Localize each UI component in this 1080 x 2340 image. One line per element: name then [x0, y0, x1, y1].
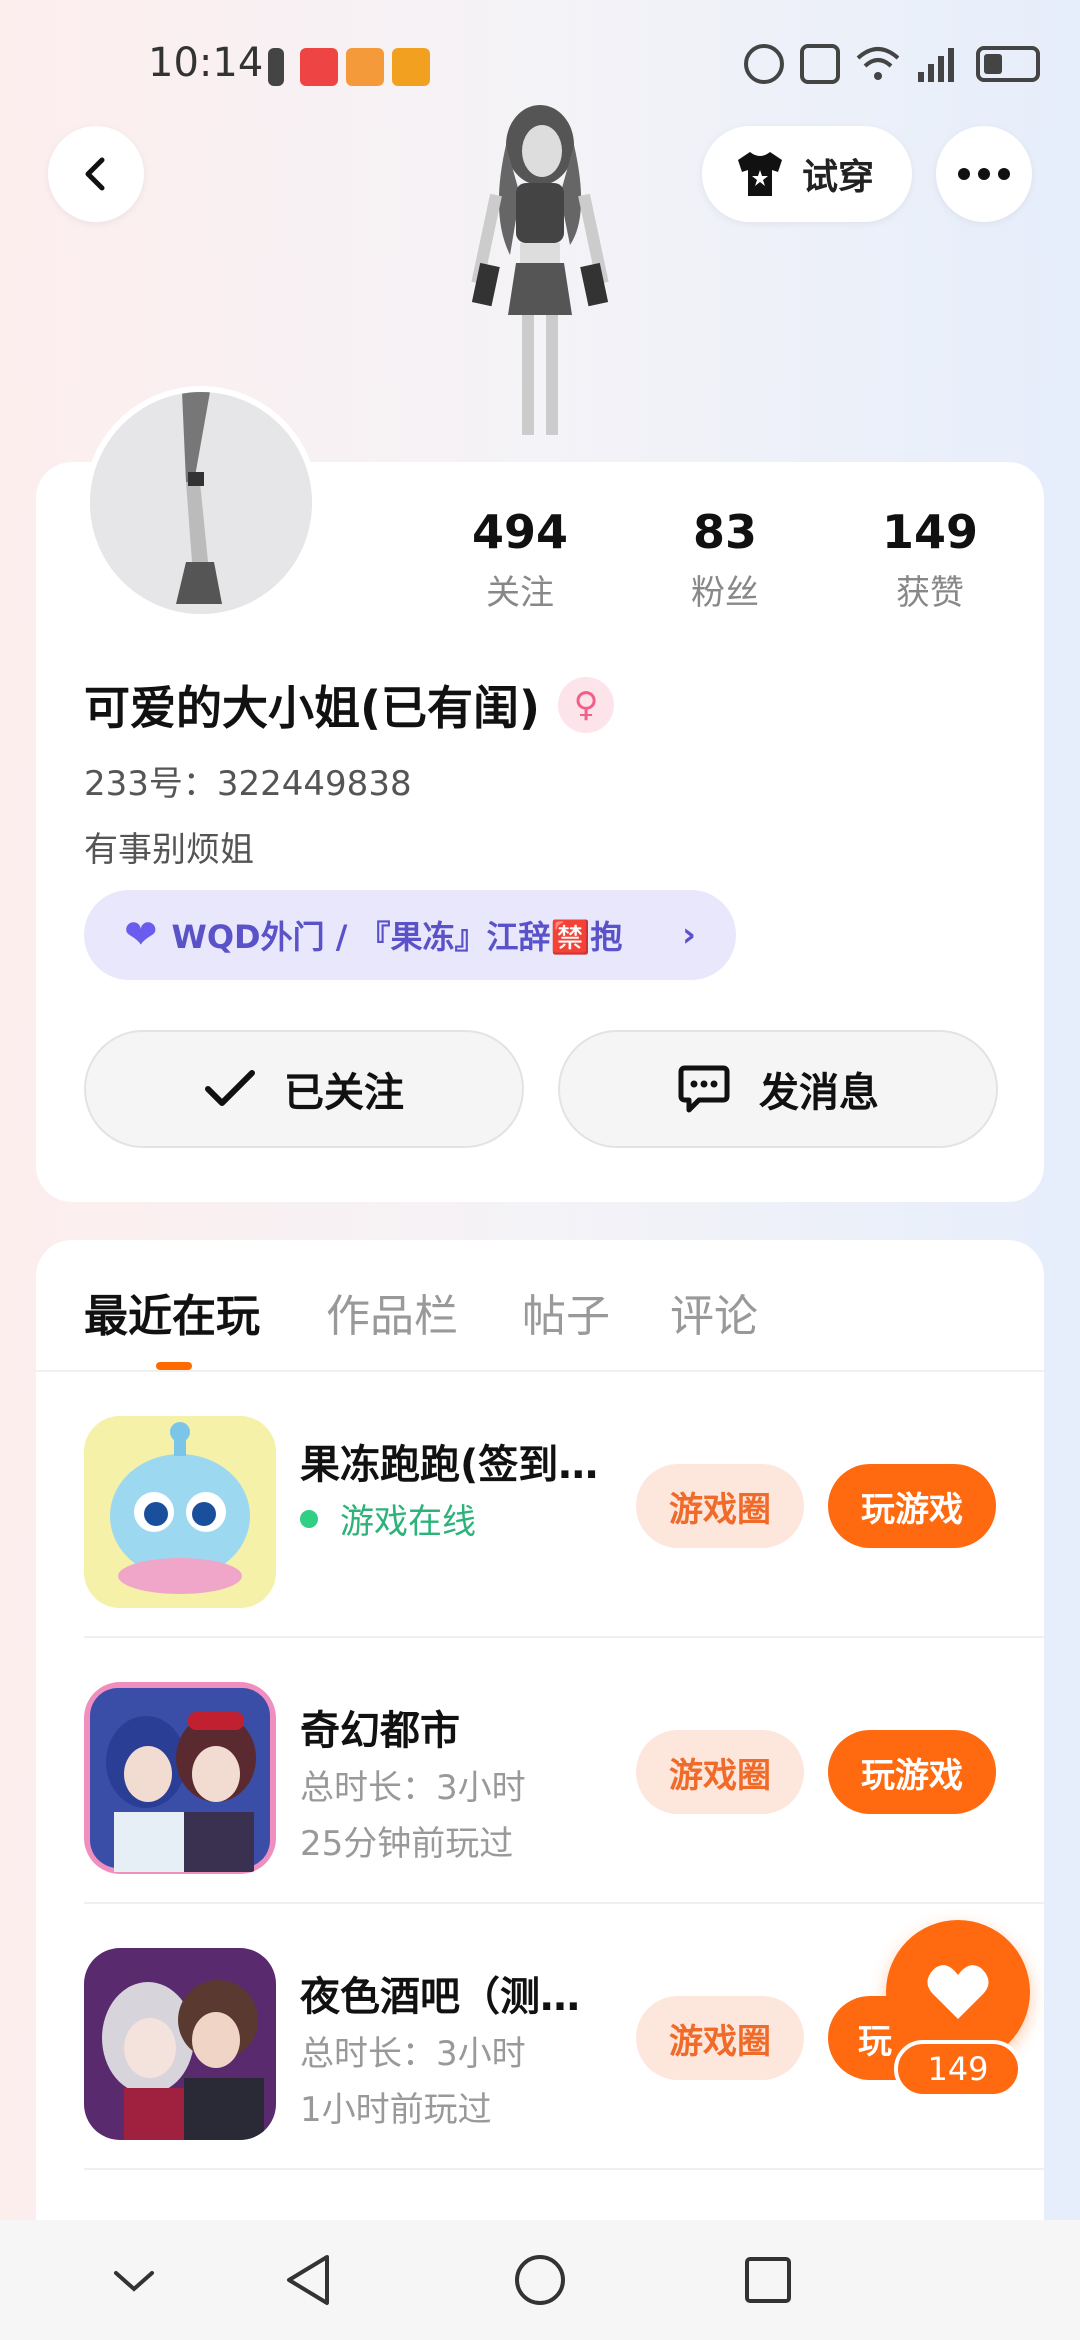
game-row[interactable]: 夜色酒吧（测… 总时长：3小时 1小时前玩过 游戏圈 玩	[36, 1904, 1044, 2170]
avatar[interactable]	[84, 386, 318, 620]
followed-label: 已关注	[284, 1070, 404, 1116]
app-notification-icon-yellow	[392, 48, 430, 86]
tab-recently-played[interactable]: 最近在玩	[84, 1280, 260, 1344]
try-on-button[interactable]: 试穿	[702, 126, 912, 222]
back-button[interactable]	[48, 126, 144, 222]
system-nav-bar	[0, 2220, 1080, 2340]
username-text: 可爱的大小姐(已有闺)	[84, 681, 541, 735]
relationship-tag-label: WQD外门 / 『果冻』江辞🈲抱	[171, 918, 623, 956]
nav-collapse-button[interactable]	[104, 2250, 164, 2310]
anime-couple-icon	[84, 1948, 276, 2140]
more-button[interactable]	[936, 126, 1032, 222]
app-notification-icon-orange	[346, 48, 384, 86]
triangle-back-icon	[287, 2255, 329, 2305]
user-id[interactable]: 233号：322449838	[84, 756, 412, 805]
game-title: 奇幻都市	[300, 1708, 460, 1754]
nav-back-button[interactable]	[278, 2250, 338, 2310]
username: 可爱的大小姐(已有闺) ♀	[84, 672, 615, 738]
stat-fans-count: 83	[692, 505, 757, 559]
more-dots-icon	[958, 168, 1010, 180]
female-icon: ♀	[558, 677, 615, 733]
tab-comments[interactable]: 评论	[670, 1280, 758, 1344]
stat-fans[interactable]: 83 粉丝	[645, 505, 805, 614]
nav-home-button[interactable]	[510, 2250, 570, 2310]
followed-button[interactable]: 已关注	[84, 1030, 524, 1148]
chevron-right-icon: ›	[681, 915, 696, 955]
chevron-down-icon	[114, 2271, 154, 2292]
game-circle-button[interactable]: 游戏圈	[636, 1730, 804, 1814]
stat-likes-label: 获赞	[896, 573, 964, 613]
stat-likes[interactable]: 149 获赞	[850, 505, 1010, 614]
double-heart-icon: ❤	[124, 912, 158, 958]
nav-recents-button[interactable]	[738, 2250, 798, 2310]
tshirt-icon	[738, 152, 782, 196]
profile-tabs: 最近在玩 作品栏 帖子 评论	[36, 1240, 1044, 1372]
heart-icon	[927, 1965, 989, 2019]
send-message-button[interactable]: 发消息	[558, 1030, 998, 1148]
game-total-time: 总时长：3小时	[300, 2034, 526, 2074]
try-on-label: 试穿	[802, 157, 875, 198]
stat-following-count: 494	[471, 505, 569, 559]
stat-likes-count: 149	[881, 505, 979, 559]
avatar-3d-figure[interactable]	[450, 105, 630, 465]
avatar-legs-image	[90, 392, 312, 614]
battery-saver-icon	[268, 48, 284, 86]
vibrate-icon	[800, 44, 840, 84]
online-dot-icon	[300, 1509, 318, 1528]
game-last-played: 1小时前玩过	[300, 2090, 492, 2130]
status-time: 10:14	[148, 40, 264, 86]
stat-following-label: 关注	[486, 573, 554, 613]
game-icon-night-bar[interactable]	[84, 1948, 276, 2140]
play-game-button[interactable]: 玩游戏	[828, 1464, 996, 1548]
game-icon-jelly-run[interactable]	[84, 1416, 276, 1608]
game-online-status: 游戏在线	[300, 1494, 476, 1543]
tab-indicator	[156, 1362, 192, 1370]
game-last-played: 25分钟前玩过	[300, 1824, 514, 1864]
game-row[interactable]: 果冻跑跑(签到… 游戏在线 游戏圈 玩游戏	[36, 1372, 1044, 1638]
games-card: 最近在玩 作品栏 帖子 评论 果冻跑跑(签到… 游戏在线 游戏圈 玩游戏 奇幻都…	[36, 1240, 1044, 2340]
blue-mascot-icon	[84, 1416, 276, 1608]
app-notification-icon-red	[300, 48, 338, 86]
game-title: 果冻跑跑(签到…	[300, 1442, 599, 1488]
data-icon	[744, 44, 784, 84]
game-icon-fantasy-city[interactable]	[84, 1682, 276, 1874]
wifi-icon	[856, 47, 900, 80]
user-bio: 有事别烦姐	[84, 830, 254, 870]
stat-fans-label: 粉丝	[691, 573, 759, 613]
like-count-badge: 149	[894, 2040, 1022, 2098]
chat-bubble-icon	[678, 1065, 730, 1113]
anime-characters-icon	[84, 1682, 276, 1874]
tab-posts[interactable]: 帖子	[522, 1280, 610, 1344]
row-divider	[84, 2168, 1044, 2170]
circle-home-icon	[515, 2255, 565, 2305]
signal-icon	[918, 48, 954, 82]
send-message-label: 发消息	[759, 1070, 879, 1116]
chevron-left-icon	[85, 157, 105, 191]
game-circle-button[interactable]: 游戏圈	[636, 1464, 804, 1548]
checkmark-icon	[205, 1070, 255, 1106]
game-title: 夜色酒吧（测…	[300, 1974, 580, 2020]
square-recents-icon	[745, 2257, 791, 2303]
stat-following[interactable]: 494 关注	[440, 505, 600, 614]
game-row[interactable]: 奇幻都市 总时长：3小时 25分钟前玩过 游戏圈 玩游戏	[36, 1638, 1044, 1904]
game-circle-button[interactable]: 游戏圈	[636, 1996, 804, 2080]
battery-icon	[976, 46, 1040, 82]
play-game-button[interactable]: 玩游戏	[828, 1730, 996, 1814]
game-total-time: 总时长：3小时	[300, 1768, 526, 1808]
game-online-label: 游戏在线	[340, 1502, 476, 1542]
relationship-tag[interactable]: ❤ WQD外门 / 『果冻』江辞🈲抱 ›	[84, 890, 736, 980]
tab-works[interactable]: 作品栏	[326, 1280, 458, 1344]
status-icons	[744, 44, 1040, 84]
